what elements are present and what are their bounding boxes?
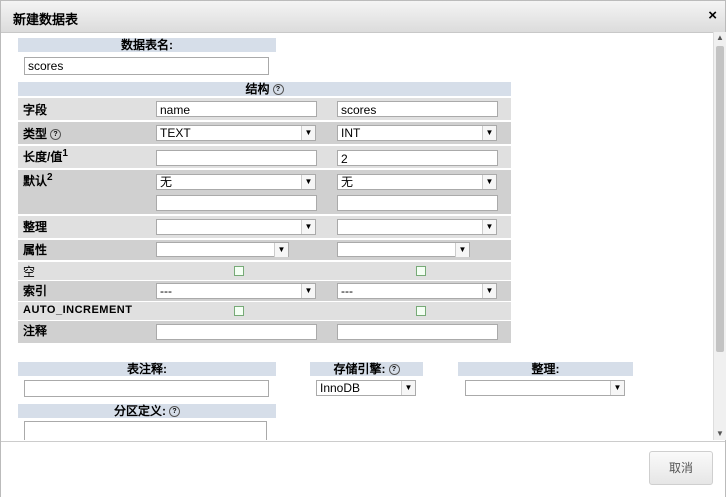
- chevron-down-icon: ▼: [610, 381, 624, 395]
- help-icon[interactable]: ?: [50, 129, 62, 141]
- field-name-input-2[interactable]: scores: [337, 101, 498, 117]
- null-label: 空: [23, 265, 36, 279]
- structure-label: 结构: [245, 82, 270, 96]
- help-icon[interactable]: ?: [272, 84, 284, 96]
- table-name-header: 数据表名:: [18, 38, 276, 52]
- table-row-null: [18, 262, 511, 280]
- collation-select-2[interactable]: ▼: [337, 219, 497, 235]
- index-select-1[interactable]: --- ▼: [156, 283, 316, 299]
- scroll-down-icon[interactable]: ▼: [714, 428, 726, 440]
- chevron-down-icon: ▼: [301, 220, 315, 234]
- index-select-1-value: ---: [160, 284, 172, 298]
- attributes-label: 属性: [23, 243, 48, 257]
- table-collation-select[interactable]: ▼: [465, 380, 625, 396]
- type-select-1[interactable]: TEXT ▼: [156, 125, 316, 141]
- chevron-down-icon: ▼: [301, 284, 315, 298]
- chevron-down-icon: ▼: [274, 243, 288, 257]
- engine-label: 存储引擎:: [333, 362, 386, 376]
- help-icon[interactable]: ?: [169, 406, 180, 418]
- vertical-scrollbar[interactable]: ▲ ▼: [713, 32, 726, 440]
- default-footnote: 2: [47, 172, 53, 183]
- type-select-2[interactable]: INT ▼: [337, 125, 497, 141]
- default-value-input-2[interactable]: [337, 195, 498, 211]
- partition-label: 分区定义:: [114, 404, 166, 418]
- collation-select-1[interactable]: ▼: [156, 219, 316, 235]
- chevron-down-icon: ▼: [482, 175, 496, 189]
- dialog-title: 新建数据表: [13, 12, 79, 27]
- table-comment-input[interactable]: [24, 380, 269, 397]
- index-label: 索引: [23, 284, 48, 298]
- chevron-down-icon: ▼: [482, 220, 496, 234]
- table-name-input[interactable]: scores: [24, 57, 269, 75]
- auto-increment-label: AUTO_INCREMENT: [23, 304, 133, 316]
- length-footnote: 1: [62, 148, 68, 159]
- length-label: 长度/值1: [23, 148, 68, 165]
- chevron-down-icon: ▼: [455, 243, 469, 257]
- index-select-2-value: ---: [341, 284, 353, 298]
- dialog-footer: 取消: [1, 441, 725, 498]
- dialog-titlebar[interactable]: 新建数据表 ×: [1, 1, 725, 33]
- default-select-1[interactable]: 无 ▼: [156, 174, 316, 190]
- type-label-text: 类型: [23, 127, 48, 141]
- null-checkbox-1[interactable]: [234, 266, 244, 276]
- default-select-1-value: 无: [160, 175, 173, 189]
- length-input-2[interactable]: 2: [337, 150, 498, 166]
- type-select-2-value: INT: [341, 126, 361, 140]
- field-label: 字段: [23, 103, 48, 117]
- cancel-button[interactable]: 取消: [649, 451, 713, 485]
- chevron-down-icon: ▼: [482, 284, 496, 298]
- chevron-down-icon: ▼: [301, 175, 315, 189]
- engine-select[interactable]: InnoDB ▼: [316, 380, 416, 396]
- collation-label: 整理: [23, 220, 48, 234]
- field-name-input-1[interactable]: name: [156, 101, 317, 117]
- chevron-down-icon: ▼: [401, 381, 415, 395]
- index-select-2[interactable]: --- ▼: [337, 283, 497, 299]
- comment-input-1[interactable]: [156, 324, 317, 340]
- comment-input-2[interactable]: [337, 324, 498, 340]
- structure-header: 结构?: [18, 82, 511, 96]
- partition-header: 分区定义:?: [18, 404, 276, 418]
- chevron-down-icon: ▼: [482, 126, 496, 140]
- null-checkbox-2[interactable]: [416, 266, 426, 276]
- help-icon[interactable]: ?: [388, 364, 400, 376]
- auto-increment-checkbox-2[interactable]: [416, 306, 426, 316]
- create-table-dialog: 新建数据表 × 数据表名: scores 结构? 字段 name scores …: [0, 0, 726, 498]
- type-label: 类型?: [23, 125, 62, 142]
- scrollbar-thumb[interactable]: [716, 46, 724, 352]
- attributes-select-1[interactable]: ▼: [156, 242, 289, 257]
- default-value-input-1[interactable]: [156, 195, 317, 211]
- attributes-select-2[interactable]: ▼: [337, 242, 470, 257]
- length-label-text: 长度/值: [23, 150, 63, 164]
- auto-increment-checkbox-1[interactable]: [234, 306, 244, 316]
- dialog-body: 数据表名: scores 结构? 字段 name scores 类型? TEXT…: [1, 32, 713, 440]
- length-input-1[interactable]: [156, 150, 317, 166]
- table-collation-header: 整理:: [458, 362, 633, 376]
- engine-header: 存储引擎:?: [310, 362, 423, 376]
- default-label-text: 默认: [23, 174, 48, 188]
- close-icon[interactable]: ×: [708, 7, 717, 24]
- default-select-2[interactable]: 无 ▼: [337, 174, 497, 190]
- type-select-1-value: TEXT: [160, 126, 191, 140]
- comment-label: 注释: [23, 324, 48, 338]
- default-select-2-value: 无: [341, 175, 354, 189]
- default-label: 默认2: [23, 172, 53, 189]
- table-comment-header: 表注释:: [18, 362, 276, 376]
- partition-textarea[interactable]: [24, 421, 267, 440]
- scroll-up-icon[interactable]: ▲: [714, 32, 726, 44]
- chevron-down-icon: ▼: [301, 126, 315, 140]
- engine-select-value: InnoDB: [320, 381, 361, 395]
